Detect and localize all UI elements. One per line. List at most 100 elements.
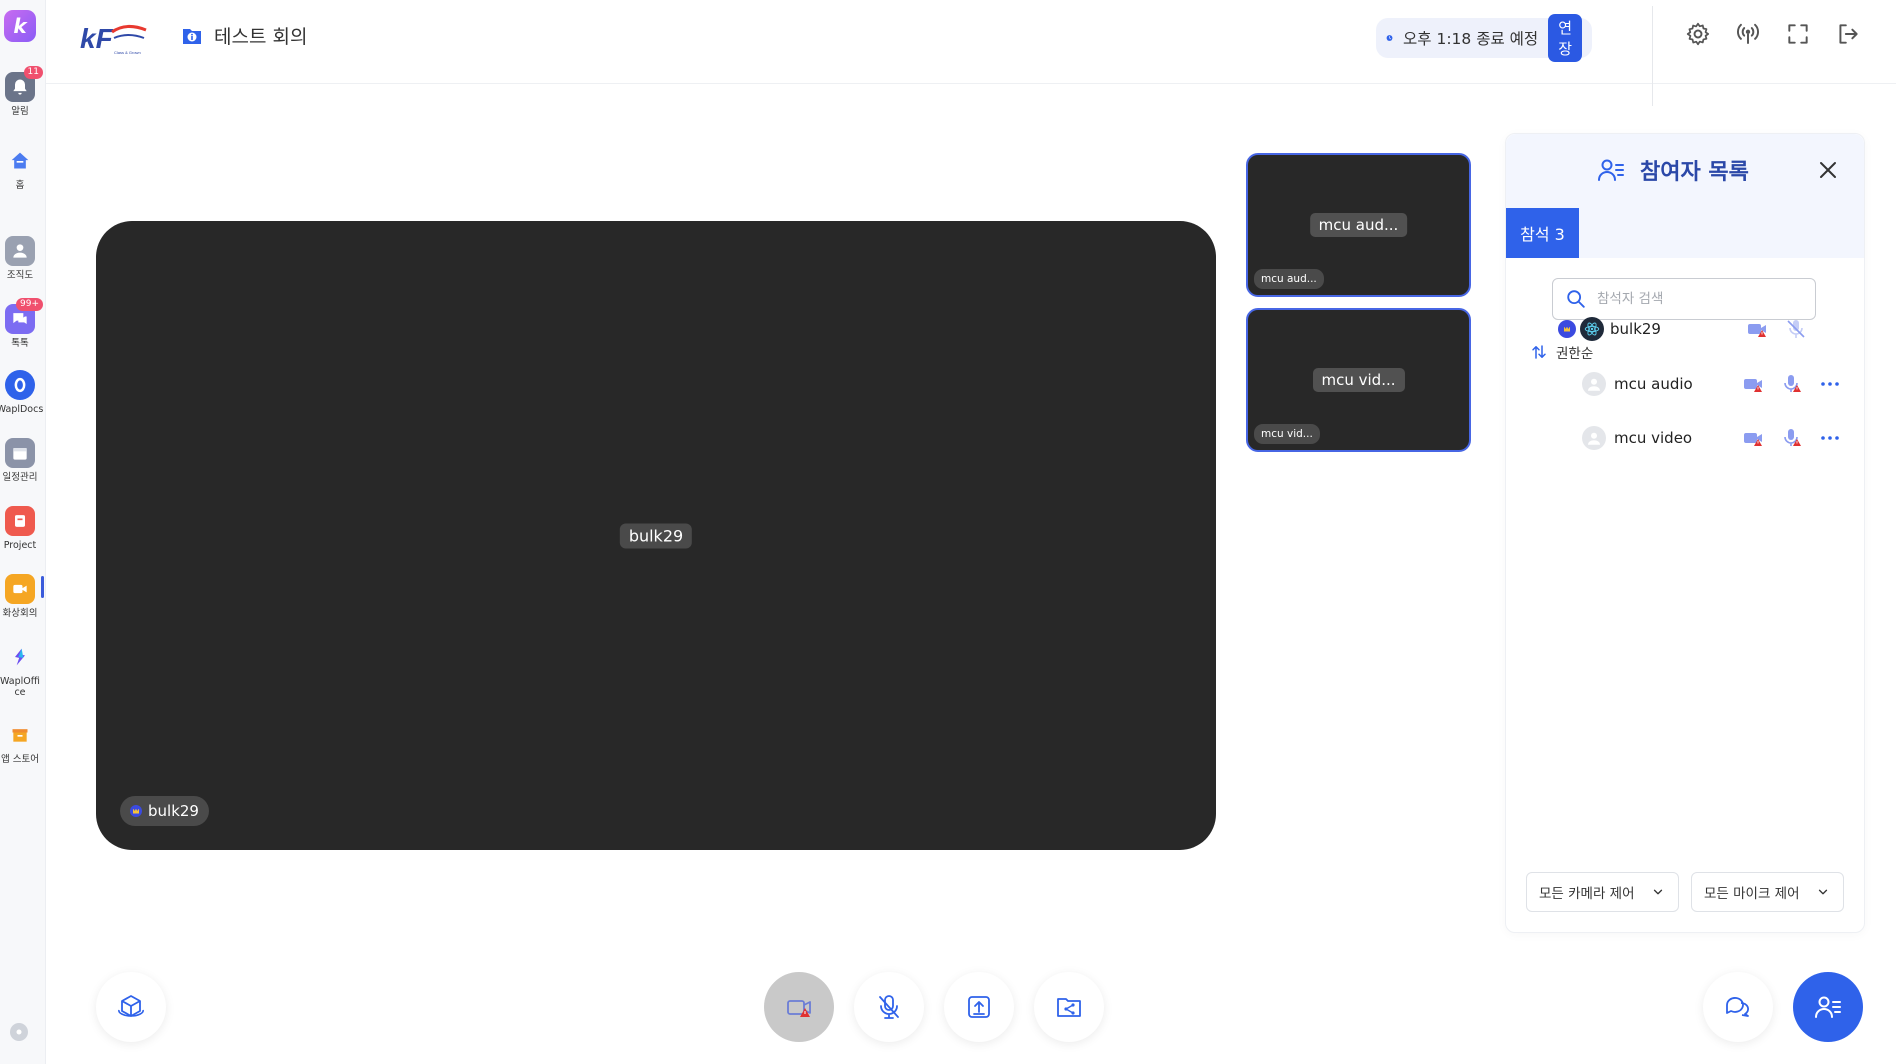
- rail-label: WaplOffice: [0, 676, 40, 698]
- camera-off-warning-icon[interactable]: [1742, 426, 1766, 450]
- all-camera-control[interactable]: 모든 카메라 제어: [1526, 872, 1679, 912]
- participants-button[interactable]: [1793, 972, 1863, 1042]
- chat-bubbles-icon: [1726, 997, 1749, 1017]
- camera-warning-icon: [787, 1000, 811, 1017]
- camera-toggle-button[interactable]: [764, 972, 834, 1042]
- extend-button[interactable]: 연장: [1548, 14, 1582, 62]
- brand-sub: Class & Grown: [114, 50, 141, 55]
- file-share-button[interactable]: [1034, 972, 1104, 1042]
- chevron-down-icon: [1818, 889, 1827, 895]
- rail-item-notifications[interactable]: 11 알림: [0, 66, 43, 117]
- rail-label: Project: [3, 540, 37, 551]
- meeting-timer: 오후 1:18 종료 예정 연장: [1376, 14, 1592, 62]
- brand-logo[interactable]: kF Class & Grown: [80, 18, 150, 56]
- virtual-background-button[interactable]: [96, 972, 166, 1042]
- all-mic-control-label: 모든 마이크 제어: [1704, 886, 1800, 902]
- mic-off-icon: [879, 995, 899, 1019]
- fullscreen-button[interactable]: [1782, 18, 1814, 50]
- host-crown-icon: [130, 805, 142, 817]
- mic-off-icon[interactable]: [1784, 317, 1808, 341]
- top-bar: kF Class & Grown 테스트 회의 오후 1:18 종료 예정 연장: [46, 0, 1896, 106]
- participant-controls: [1742, 426, 1842, 450]
- main-video-label: bulk29: [120, 796, 209, 826]
- 3d-box-icon: [118, 995, 144, 1017]
- participant-row[interactable]: mcu video: [1506, 420, 1864, 456]
- settings-dot-icon[interactable]: [10, 1023, 28, 1041]
- meeting-title: 테스트 회의: [180, 22, 307, 49]
- rail-item-docs[interactable]: WaplDocs: [0, 370, 44, 415]
- chat-button[interactable]: [1703, 972, 1773, 1042]
- tab-attendees[interactable]: 참석 3: [1506, 208, 1579, 258]
- meeting-info-icon[interactable]: [180, 24, 204, 48]
- panel-title: 참여자 목록: [1596, 154, 1749, 186]
- camera-off-warning-icon[interactable]: [1746, 317, 1770, 341]
- chat-icon: 99+: [5, 298, 43, 334]
- avatar: [1582, 372, 1606, 396]
- avatar: [1582, 426, 1606, 450]
- rail-active-indicator: [41, 576, 44, 598]
- panel-title-text: 참여자 목록: [1640, 160, 1749, 185]
- participant-name: mcu video: [1614, 429, 1693, 447]
- home-icon: [5, 146, 35, 176]
- broadcast-button[interactable]: [1732, 18, 1764, 50]
- rail-item-office[interactable]: WaplOffice: [0, 642, 40, 698]
- main-video-name: bulk29: [619, 523, 693, 548]
- more-icon[interactable]: [1818, 426, 1842, 450]
- tile-corner-name: mcu vid...: [1254, 424, 1320, 444]
- avatar: [1580, 317, 1604, 341]
- brand-text: kF: [80, 23, 114, 54]
- broadcast-icon: [1737, 23, 1759, 44]
- tile-corner-name: mcu aud...: [1254, 269, 1324, 289]
- participant-row[interactable]: bulk29: [1506, 311, 1864, 347]
- rail-item-schedule[interactable]: 일정관리: [0, 438, 40, 483]
- participant-name: mcu audio: [1614, 375, 1693, 393]
- exit-button[interactable]: [1832, 18, 1864, 50]
- rail-label: WaplDocs: [0, 404, 44, 415]
- main-video-label-text: bulk29: [148, 802, 199, 820]
- docs-icon: [5, 370, 35, 400]
- gear-icon: [1686, 22, 1710, 46]
- rail-item-org[interactable]: 조직도: [0, 236, 40, 281]
- settings-button[interactable]: [1682, 18, 1714, 50]
- app-rail: k 11 알림 홈 조직도 99+ 톡톡 WaplDocs 일정관리 Proje…: [0, 0, 46, 1064]
- video-tile-audio[interactable]: mcu aud... mcu aud...: [1246, 153, 1471, 297]
- search-icon: [1567, 290, 1585, 308]
- participant-name: bulk29: [1610, 320, 1661, 338]
- video-camera-icon: [5, 574, 35, 604]
- app-store-icon: [5, 720, 35, 750]
- notification-badge: 11: [23, 66, 43, 79]
- rail-item-talk[interactable]: 99+ 톡톡: [0, 298, 43, 349]
- rail-label: 톡톡: [11, 338, 29, 349]
- app-logo[interactable]: k: [4, 10, 36, 42]
- more-icon[interactable]: [1818, 372, 1842, 396]
- rail-label: 조직도: [6, 270, 34, 281]
- mic-warning-icon[interactable]: [1780, 372, 1804, 396]
- rail-label: 화상회의: [2, 608, 38, 619]
- rail-item-home[interactable]: 홈: [0, 146, 40, 191]
- main-video-tile[interactable]: bulk29 bulk29: [96, 221, 1216, 850]
- org-chart-icon: [5, 236, 35, 266]
- rail-item-project[interactable]: Project: [0, 506, 40, 551]
- video-tile-video[interactable]: mcu vid... mcu vid...: [1246, 308, 1471, 452]
- camera-off-warning-icon[interactable]: [1742, 372, 1766, 396]
- top-divider: [1652, 6, 1653, 106]
- mic-toggle-button[interactable]: [854, 972, 924, 1042]
- all-mic-control[interactable]: 모든 마이크 제어: [1691, 872, 1844, 912]
- mic-warning-icon[interactable]: [1780, 426, 1804, 450]
- tile-center-name: mcu aud...: [1309, 213, 1408, 237]
- chevron-down-icon: [1653, 889, 1662, 895]
- panel-header: 참여자 목록 참석 3: [1506, 134, 1864, 258]
- participant-row[interactable]: mcu audio: [1506, 366, 1864, 402]
- rail-item-app-store[interactable]: 앱 스토어: [0, 720, 40, 765]
- rail-label: 앱 스토어: [1, 754, 39, 765]
- upload-screen-icon: [968, 996, 990, 1018]
- share-folder-icon: [1057, 998, 1081, 1017]
- screen-share-button[interactable]: [944, 972, 1014, 1042]
- search-input[interactable]: [1597, 291, 1797, 307]
- participant-panel: 참여자 목록 참석 3 권한순 bulk29: [1505, 133, 1865, 933]
- office-icon: [5, 642, 35, 672]
- top-actions: [1682, 18, 1864, 50]
- bell-icon: 11: [5, 66, 43, 102]
- rail-item-video-meeting[interactable]: 화상회의: [0, 574, 40, 619]
- close-icon[interactable]: [1816, 158, 1840, 182]
